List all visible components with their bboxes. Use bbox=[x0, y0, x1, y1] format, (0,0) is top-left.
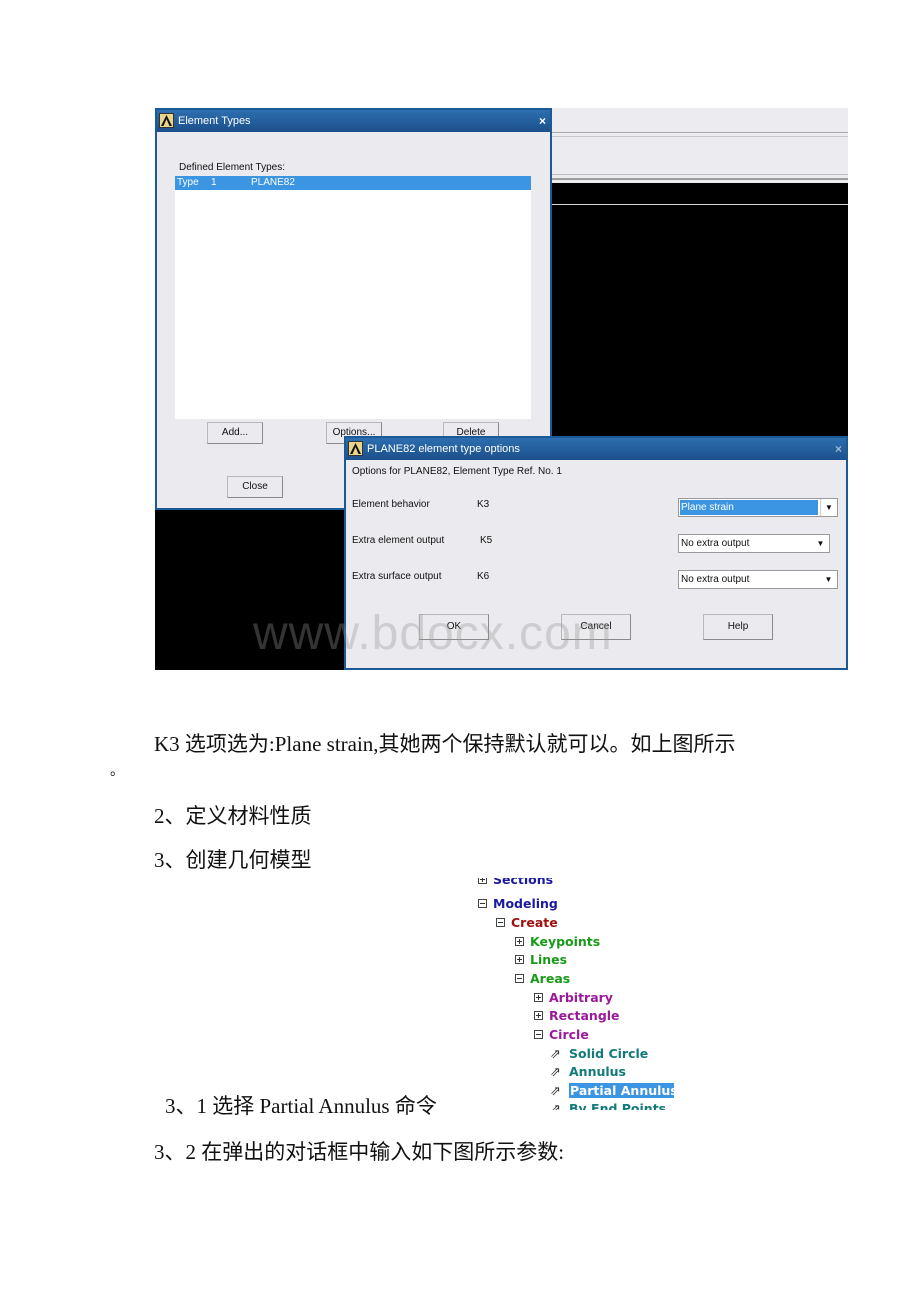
tree-item-label: Areas bbox=[530, 971, 571, 986]
dropdown-arrow-icon[interactable]: ▼ bbox=[812, 535, 829, 552]
tree-item-label: Arbitrary bbox=[549, 990, 613, 1005]
tree-item-lines[interactable]: Lines bbox=[515, 951, 567, 969]
background-toolbar bbox=[550, 108, 848, 183]
element-behavior-select[interactable]: Plane strain ▼ bbox=[678, 498, 838, 517]
tree-item-keypoints[interactable]: Keypoints bbox=[515, 933, 600, 951]
command-arrow-icon: ⇗ bbox=[550, 1084, 561, 1099]
ansys-logo-icon bbox=[348, 441, 363, 456]
collapse-icon[interactable] bbox=[478, 899, 487, 908]
ansys-screenshot: Element Types × Defined Element Types: T… bbox=[155, 108, 848, 670]
graphics-divider bbox=[550, 204, 848, 205]
add-button[interactable]: Add... bbox=[207, 422, 263, 444]
tree-item-rectangle[interactable]: Rectangle bbox=[534, 1007, 620, 1025]
dropdown-arrow-icon[interactable]: ▼ bbox=[820, 499, 837, 516]
element-name: PLANE82 bbox=[251, 177, 295, 188]
step-3-heading: 3、创建几何模型 bbox=[154, 848, 312, 872]
collapse-icon[interactable] bbox=[534, 1030, 543, 1039]
tree-item-by-end-points[interactable]: ⇗ By End Points bbox=[550, 1100, 666, 1110]
close-button[interactable]: Close bbox=[227, 476, 283, 498]
expand-icon[interactable] bbox=[515, 937, 524, 946]
option-key: K5 bbox=[480, 535, 493, 546]
select-value: Plane strain bbox=[680, 500, 818, 515]
defined-types-label: Defined Element Types: bbox=[179, 162, 285, 173]
step-2-heading: 2、定义材料性质 bbox=[154, 804, 312, 828]
divider bbox=[550, 174, 848, 175]
tree-item-label-selected: Partial Annulus bbox=[569, 1083, 674, 1098]
select-value: No extra output bbox=[681, 574, 750, 585]
ok-button[interactable]: OK bbox=[419, 614, 489, 640]
list-item[interactable]: Type 1 PLANE82 bbox=[175, 176, 531, 190]
step-3-1-text: 3、1 选择 Partial Annulus 命令 bbox=[165, 1094, 437, 1118]
collapse-icon[interactable] bbox=[496, 918, 505, 927]
dialog-titlebar[interactable]: Element Types × bbox=[157, 110, 550, 132]
tree-item-label: By End Points bbox=[569, 1101, 667, 1110]
tree-item-circle[interactable]: Circle bbox=[534, 1026, 589, 1044]
command-arrow-icon: ⇗ bbox=[550, 1065, 561, 1080]
divider bbox=[550, 132, 848, 133]
expand-icon[interactable] bbox=[534, 1011, 543, 1020]
tree-item-label: Lines bbox=[530, 952, 568, 967]
close-icon[interactable]: × bbox=[539, 110, 546, 132]
type-label: Type bbox=[177, 177, 199, 188]
element-type-options-dialog: PLANE82 element type options × Options f… bbox=[344, 436, 848, 670]
extra-surface-output-select[interactable]: No extra output ▼ bbox=[678, 570, 838, 589]
expand-icon[interactable] bbox=[478, 878, 487, 884]
collapse-icon[interactable] bbox=[515, 974, 524, 983]
dropdown-arrow-icon[interactable]: ▼ bbox=[820, 571, 837, 588]
option-label: Extra element output bbox=[352, 535, 445, 546]
paragraph-k3-note-tail: 。 bbox=[110, 764, 124, 779]
tree-item-label: Annulus bbox=[569, 1064, 626, 1079]
dialog-titlebar[interactable]: PLANE82 element type options × bbox=[346, 438, 846, 460]
command-arrow-icon: ⇗ bbox=[550, 1047, 561, 1062]
tree-item-areas[interactable]: Areas bbox=[515, 970, 570, 988]
tree-item-create[interactable]: Create bbox=[496, 914, 558, 932]
tree-item-label: Modeling bbox=[493, 896, 558, 911]
tree-item-sections[interactable]: Sections bbox=[478, 878, 553, 889]
tree-item-label: Solid Circle bbox=[569, 1046, 649, 1061]
expand-icon[interactable] bbox=[534, 993, 543, 1002]
tree-item-modeling[interactable]: Modeling bbox=[478, 895, 558, 913]
close-icon[interactable]: × bbox=[835, 438, 842, 460]
dialog-title: Element Types bbox=[178, 115, 251, 127]
cancel-button[interactable]: Cancel bbox=[561, 614, 631, 640]
option-key: K6 bbox=[477, 571, 490, 582]
expand-icon[interactable] bbox=[515, 955, 524, 964]
option-label: Element behavior bbox=[352, 499, 430, 510]
element-types-list[interactable]: Type 1 PLANE82 bbox=[175, 176, 531, 419]
ansys-logo-icon bbox=[159, 113, 174, 128]
type-number: 1 bbox=[211, 177, 217, 188]
options-subtitle: Options for PLANE82, Element Type Ref. N… bbox=[352, 466, 562, 477]
step-3-2-text: 3、2 在弹出的对话框中输入如下图所示参数: bbox=[154, 1140, 565, 1164]
divider bbox=[550, 178, 848, 180]
tree-item-partial-annulus[interactable]: ⇗ Partial Annulus bbox=[550, 1082, 674, 1100]
extra-element-output-select[interactable]: No extra output ▼ bbox=[678, 534, 830, 553]
tree-item-label: Sections bbox=[493, 878, 554, 887]
tree-item-label: Circle bbox=[549, 1027, 589, 1042]
command-arrow-icon: ⇗ bbox=[550, 1102, 561, 1110]
tree-item-label: Rectangle bbox=[549, 1008, 620, 1023]
option-label: Extra surface output bbox=[352, 571, 442, 582]
tree-item-label: Keypoints bbox=[530, 934, 601, 949]
tree-item-solid-circle[interactable]: ⇗ Solid Circle bbox=[550, 1045, 648, 1063]
tree-item-annulus[interactable]: ⇗ Annulus bbox=[550, 1063, 626, 1081]
dialog-title: PLANE82 element type options bbox=[367, 443, 520, 455]
option-key: K3 bbox=[477, 499, 490, 510]
divider bbox=[550, 136, 848, 137]
tree-item-arbitrary[interactable]: Arbitrary bbox=[534, 989, 613, 1007]
select-value: No extra output bbox=[681, 538, 750, 549]
paragraph-k3-note: K3 选项选为:Plane strain,其她两个保持默认就可以。如上图所示 bbox=[154, 732, 736, 756]
help-button[interactable]: Help bbox=[703, 614, 773, 640]
ansys-menu-tree: Sections Modeling Create Keypoints Lines… bbox=[474, 878, 674, 1110]
tree-item-label: Create bbox=[511, 915, 558, 930]
